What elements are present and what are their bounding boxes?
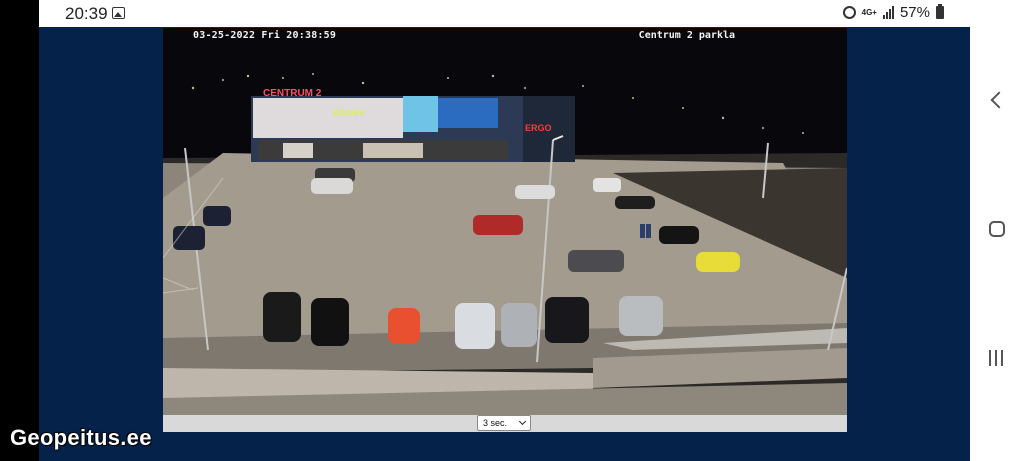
- ergo-sign: ERGO: [525, 123, 552, 133]
- back-icon[interactable]: [990, 91, 1008, 109]
- alarm-icon: [842, 6, 856, 19]
- battery-percent: 57%: [899, 4, 930, 21]
- camera-image: CENTRUM 2 KRABA ERGO: [163, 28, 847, 415]
- recent-apps-icon[interactable]: [989, 350, 1003, 366]
- refresh-interval-select[interactable]: 3 sec.: [477, 415, 531, 431]
- signal-icon: [882, 6, 894, 19]
- status-indicators: 4G+ 57%: [842, 4, 944, 21]
- home-icon[interactable]: [989, 221, 1005, 237]
- watermark: Geopeitus.ee: [10, 425, 152, 450]
- kraba-sign: KRABA: [333, 108, 366, 118]
- camera-name: Centrum 2 parkla: [638, 30, 735, 41]
- network-type: 4G+: [861, 7, 877, 17]
- webcam-page: CENTRUM 2 KRABA ERGO 03-25-2022 Fri 20:3…: [39, 27, 970, 461]
- refresh-interval-value: 3 sec.: [483, 418, 508, 428]
- status-bar: 20:39 4G+ 57%: [39, 0, 970, 27]
- left-margin: [0, 0, 39, 461]
- camera-feed[interactable]: CENTRUM 2 KRABA ERGO 03-25-2022 Fri 20:3…: [163, 28, 847, 415]
- refresh-control-bar: 3 sec.: [163, 415, 847, 432]
- status-time: 20:39: [65, 4, 108, 23]
- camera-timestamp: 03-25-2022 Fri 20:38:59: [193, 30, 337, 41]
- chevron-down-icon: [518, 417, 527, 426]
- navigation-bar: [970, 0, 1024, 461]
- battery-icon: [936, 4, 944, 19]
- centrum-sign: CENTRUM 2: [263, 88, 322, 99]
- image-icon: [112, 7, 125, 19]
